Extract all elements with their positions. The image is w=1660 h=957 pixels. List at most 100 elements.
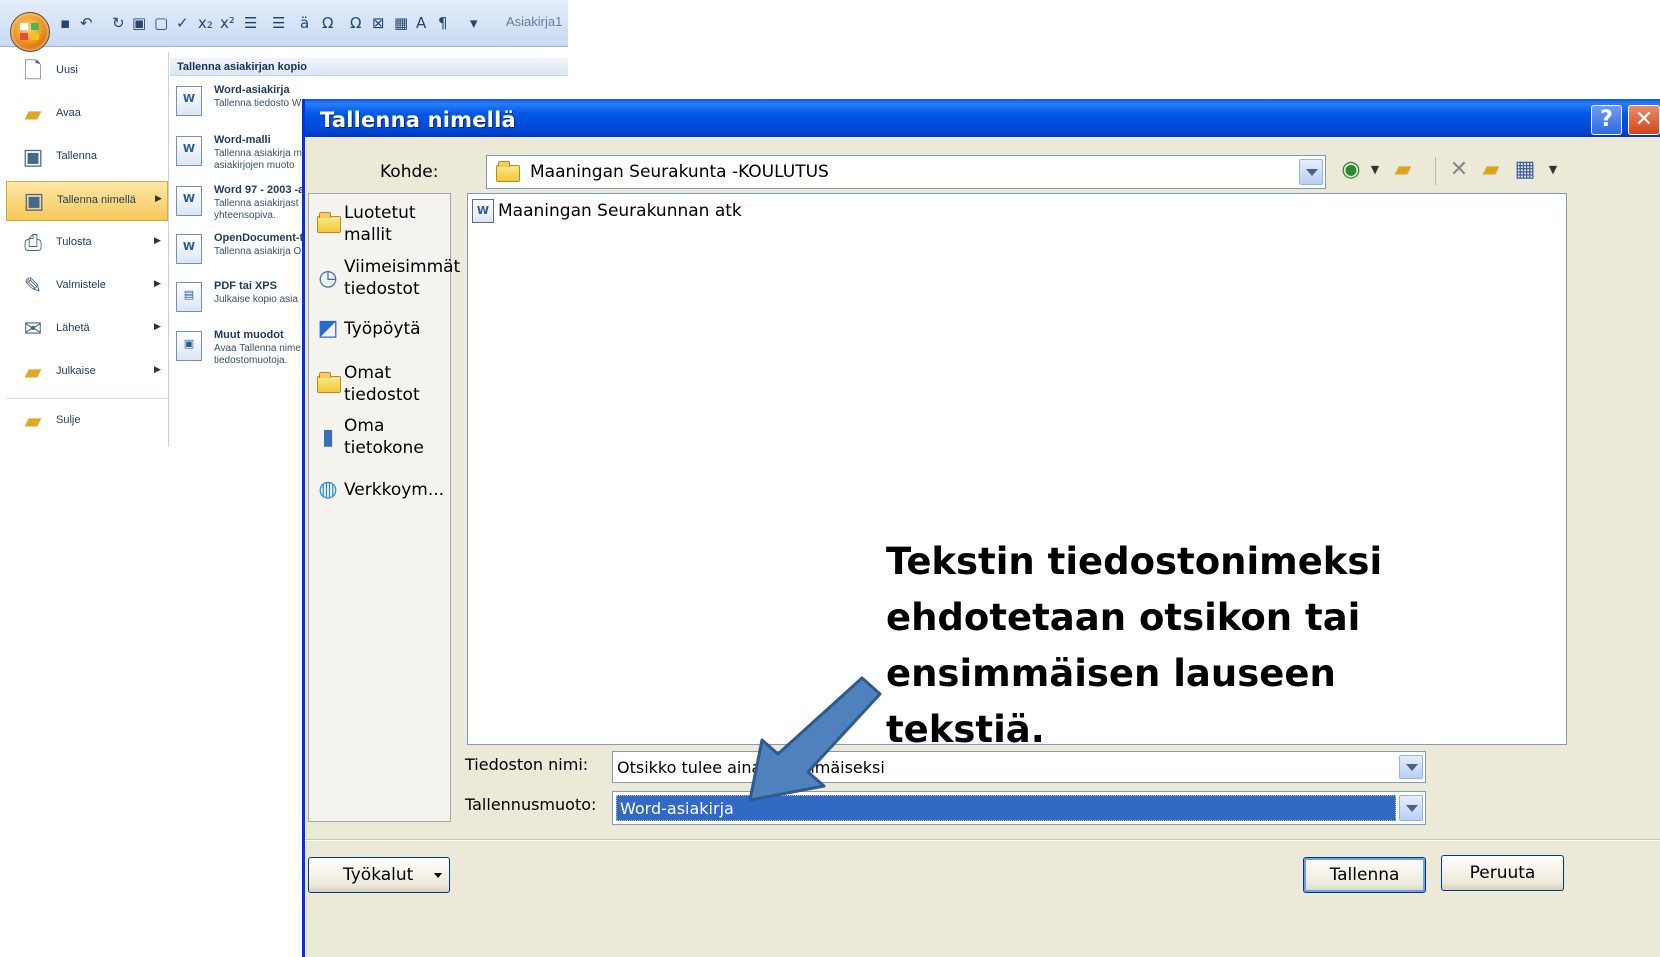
views-dropdown-icon[interactable]: ▼: [1539, 155, 1567, 185]
table-icon[interactable]: ⊠: [372, 14, 385, 32]
printer-icon: ⎙: [24, 231, 42, 256]
file-type-label: Tallennusmuoto:: [465, 795, 597, 814]
close-folder-icon: ▰: [24, 409, 42, 434]
open-folder-icon: ▰: [24, 102, 42, 127]
menu-item-open[interactable]: ▰ Avaa: [6, 95, 168, 135]
dialog-title-bar[interactable]: Tallenna nimellä ? ✕: [305, 99, 1660, 137]
new-icon[interactable]: ▢: [154, 14, 168, 32]
publish-icon: ▰: [24, 360, 42, 385]
save-icon[interactable]: ▪: [60, 14, 70, 32]
menu-item-publish[interactable]: ▰ Julkaise ▶: [6, 353, 168, 393]
menu-item-save-as[interactable]: ▣ Tallenna nimellä ▶: [6, 181, 168, 221]
places-bar: Luotetut mallit ◷ Viimeisimmät tiedostot …: [308, 193, 460, 822]
place-my-documents[interactable]: Omat tiedostot: [309, 362, 450, 410]
tools-button[interactable]: Työkalut: [308, 857, 450, 893]
superscript-icon[interactable]: x²: [220, 14, 235, 32]
symbol2-icon[interactable]: Ω: [350, 14, 361, 32]
trusted-templates-folder-icon: [317, 212, 341, 233]
place-desktop[interactable]: ◩ Työpöytä: [309, 316, 450, 344]
cancel-button[interactable]: Peruuta: [1441, 855, 1564, 891]
annotation-line: ehdotetaan otsikon tai: [886, 596, 1361, 639]
annotation-arrow-icon: [748, 676, 882, 802]
annotation-text: Tekstin tiedostonimeksi ehdotetaan otsik…: [886, 534, 1406, 758]
file-name: Maaningan Seurakunnan atk: [498, 201, 742, 221]
save-as-dialog: Tallenna nimellä ? ✕ Kohde: Maaningan Se…: [302, 99, 1660, 957]
pdf-xps-icon: ▤: [176, 282, 202, 312]
save-in-combobox[interactable]: Maaningan Seurakunta -KOULUTUS: [486, 155, 1326, 189]
find-icon[interactable]: ä: [300, 14, 309, 32]
undo-icon[interactable]: ↶: [80, 14, 93, 32]
file-type-dropdown-button[interactable]: [1399, 795, 1423, 821]
new-document-icon: 🗋: [24, 59, 42, 84]
submenu-heading: Tallenna asiakirjan kopio: [170, 58, 568, 76]
submenu-arrow-icon: ▶: [154, 322, 161, 332]
document-title: Asiakirja1: [506, 14, 563, 29]
office-logo-icon: [20, 23, 40, 41]
opendocument-icon: W: [176, 234, 202, 264]
pilcrow-icon[interactable]: ¶: [438, 14, 448, 32]
recent-files-icon: ◷: [318, 266, 338, 291]
dialog-separator: [305, 839, 1660, 840]
folder-icon: [496, 161, 520, 182]
numbering-icon[interactable]: ☰: [272, 14, 285, 32]
help-button[interactable]: ?: [1591, 105, 1622, 135]
save-as-icon: ▣: [23, 189, 45, 214]
save-in-label: Kohde:: [380, 162, 439, 182]
save-in-dropdown-button[interactable]: [1299, 159, 1323, 185]
calendar-icon[interactable]: ▦: [394, 14, 408, 32]
toolbar-separator: [1435, 157, 1436, 185]
submenu-arrow-icon: ▶: [154, 279, 161, 289]
menu-item-close[interactable]: ▰ Sulje: [6, 402, 168, 442]
other-formats-icon: ▣: [176, 331, 202, 361]
submenu-arrow-icon: ▶: [154, 236, 161, 246]
annotation-line: ensimmäisen lauseen: [886, 652, 1336, 695]
spelling-icon[interactable]: ✓: [176, 14, 189, 32]
menu-item-new[interactable]: 🗋 Uusi: [6, 52, 168, 92]
save-disk-icon: ▣: [22, 145, 44, 170]
file-name-dropdown-button[interactable]: [1399, 755, 1423, 779]
place-recent-files[interactable]: ◷ Viimeisimmät tiedostot: [309, 256, 460, 304]
delete-icon[interactable]: ✕: [1445, 155, 1473, 185]
back-dropdown-icon[interactable]: ▼: [1361, 155, 1389, 185]
save-button[interactable]: Tallenna: [1303, 857, 1426, 893]
file-type-value: Word-asiakirja: [620, 799, 734, 818]
new-folder-icon[interactable]: ▰: [1477, 155, 1505, 185]
tools-dropdown-icon: [434, 873, 442, 878]
dialog-title: Tallenna nimellä: [320, 108, 516, 132]
menu-item-save[interactable]: ▣ Tallenna: [6, 138, 168, 178]
save-in-value: Maaningan Seurakunta -KOULUTUS: [530, 162, 829, 182]
menu-divider: [6, 398, 168, 399]
word-template-icon: W: [176, 136, 202, 166]
views-icon[interactable]: ▦: [1511, 155, 1539, 185]
up-folder-icon[interactable]: ▰: [1389, 155, 1417, 185]
desktop-icon: ◩: [317, 316, 339, 341]
bullets-icon[interactable]: ☰: [244, 14, 257, 32]
annotation-line: tekstiä.: [886, 708, 1045, 751]
submenu-arrow-icon: ▶: [155, 194, 162, 204]
file-name-label: Tiedoston nimi:: [465, 755, 589, 774]
my-documents-icon: [317, 372, 341, 393]
menu-item-print[interactable]: ⎙ Tulosta ▶: [6, 224, 168, 264]
place-trusted-templates[interactable]: Luotetut mallit: [309, 202, 450, 250]
customize-qat-icon[interactable]: ▾: [470, 14, 478, 32]
arrow-shape: [748, 676, 882, 802]
place-network[interactable]: ◍ Verkkoym...: [309, 477, 450, 505]
prepare-icon: ✎: [23, 274, 43, 299]
annotation-line: Tekstin tiedostonimeksi: [886, 540, 1383, 583]
network-icon: ◍: [318, 477, 338, 502]
word-document-icon: W: [472, 199, 494, 223]
font-size-icon[interactable]: A: [416, 14, 426, 32]
tools-button-label: Työkalut: [343, 865, 414, 885]
send-icon: ✉: [23, 317, 43, 342]
quick-access-toolbar: ▪ ↶ ↻ ▣ ▢ ✓ x₂ x² ☰ ☰ ä Ω Ω ⊠ ▦ A ¶ ▾ As…: [0, 0, 568, 52]
office-menu-commands: 🗋 Uusi ▰ Avaa ▣ Tallenna ▣ Tallenna nimellä ▶…: [6, 52, 169, 447]
subscript-icon[interactable]: x₂: [198, 14, 213, 32]
symbol-icon[interactable]: Ω: [322, 14, 333, 32]
office-button[interactable]: [10, 12, 50, 52]
place-my-computer[interactable]: ▮ Oma tietokone: [309, 415, 450, 463]
menu-item-send[interactable]: ✉ Lähetä ▶: [6, 310, 168, 350]
redo-icon[interactable]: ↻: [112, 14, 125, 32]
print-preview-icon[interactable]: ▣: [132, 14, 146, 32]
menu-item-prepare[interactable]: ✎ Valmistele ▶: [6, 267, 168, 307]
close-button[interactable]: ✕: [1628, 105, 1660, 135]
